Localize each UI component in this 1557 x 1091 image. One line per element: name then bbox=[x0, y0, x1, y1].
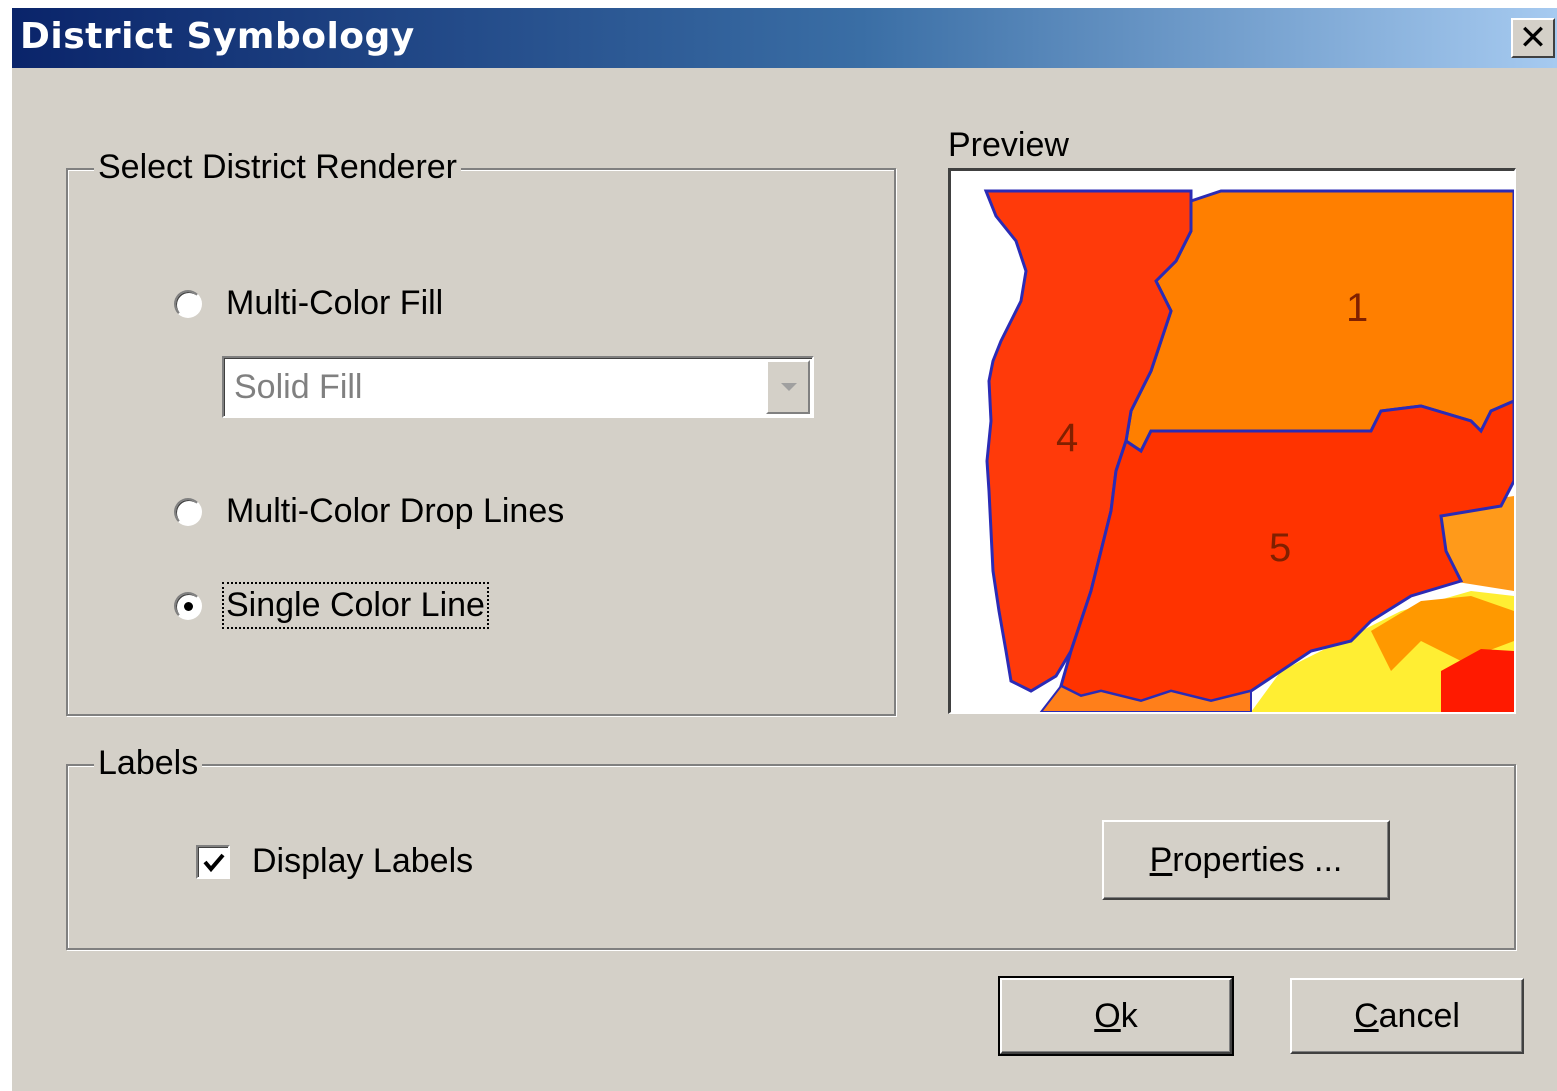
radio-single-color-line[interactable]: Single Color Line bbox=[174, 582, 489, 629]
ok-button-label: Ok bbox=[1094, 996, 1138, 1035]
map-label-5: 5 bbox=[1269, 526, 1291, 570]
title-bar[interactable]: District Symbology ✕ bbox=[12, 8, 1557, 68]
fill-style-value: Solid Fill bbox=[234, 368, 363, 406]
map-label-4: 4 bbox=[1056, 416, 1078, 460]
properties-button-label: Properties ... bbox=[1149, 840, 1343, 879]
map-label-1: 1 bbox=[1346, 286, 1368, 330]
preview-map: 1 4 5 bbox=[948, 168, 1516, 714]
window-title: District Symbology bbox=[20, 16, 415, 57]
close-icon: ✕ bbox=[1518, 18, 1548, 58]
district-map-graphic: 1 4 5 bbox=[951, 171, 1514, 712]
ok-button[interactable]: Ok bbox=[998, 976, 1234, 1056]
radio-label-multi-color-fill: Multi-Color Fill bbox=[226, 284, 444, 322]
renderer-group-legend: Select District Renderer bbox=[94, 148, 462, 187]
cancel-button[interactable]: Cancel bbox=[1290, 978, 1524, 1054]
radio-multi-color-drop-lines[interactable]: Multi-Color Drop Lines bbox=[174, 492, 564, 531]
fill-style-dropdown[interactable]: Solid Fill bbox=[222, 356, 814, 418]
display-labels-label: Display Labels bbox=[252, 842, 474, 880]
properties-button[interactable]: Properties ... bbox=[1102, 820, 1390, 900]
radio-button-multi-color-drop-lines[interactable] bbox=[174, 497, 202, 526]
labels-group-legend: Labels bbox=[94, 744, 203, 783]
radio-label-single-color-line: Single Color Line bbox=[222, 582, 489, 629]
renderer-groupbox: Select District Renderer bbox=[66, 148, 896, 716]
radio-button-multi-color-fill[interactable] bbox=[174, 289, 202, 318]
radio-label-multi-color-drop-lines: Multi-Color Drop Lines bbox=[226, 492, 565, 530]
cancel-button-label: Cancel bbox=[1354, 996, 1460, 1035]
display-labels-checkbox[interactable] bbox=[196, 844, 230, 879]
close-button[interactable]: ✕ bbox=[1511, 18, 1555, 58]
preview-label: Preview bbox=[948, 126, 1069, 164]
dropdown-arrow-icon[interactable] bbox=[766, 360, 810, 414]
radio-button-single-color-line[interactable] bbox=[174, 591, 202, 620]
checkmark-icon bbox=[203, 853, 225, 872]
display-labels-option[interactable]: Display Labels bbox=[196, 842, 473, 881]
district-symbology-dialog: District Symbology ✕ Select District Ren… bbox=[12, 8, 1557, 1091]
radio-multi-color-fill[interactable]: Multi-Color Fill bbox=[174, 284, 443, 323]
